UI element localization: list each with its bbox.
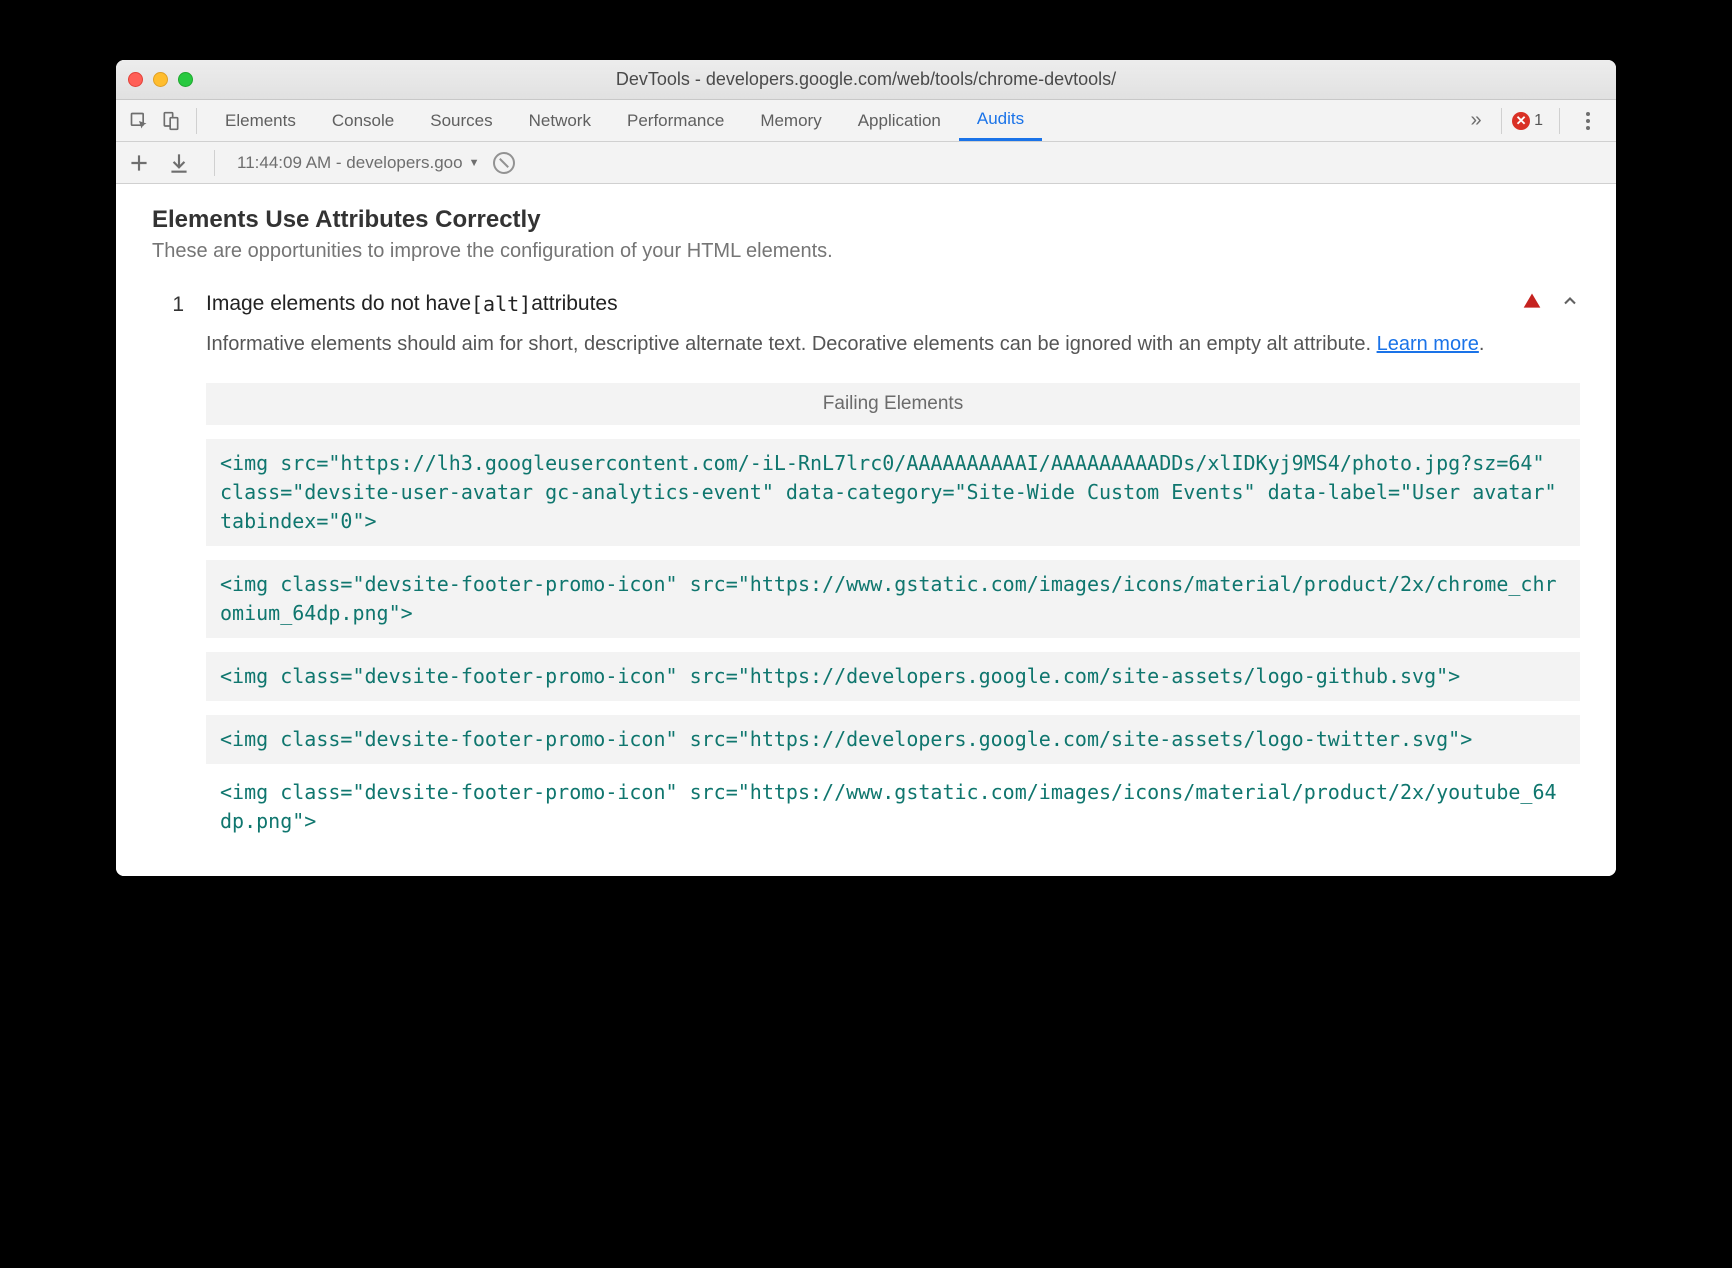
divider: [1501, 108, 1502, 134]
section-subtitle: These are opportunities to improve the c…: [152, 240, 1580, 263]
collapse-icon[interactable]: [1560, 291, 1580, 316]
audit-title-pre: Image elements do not have: [206, 292, 471, 316]
tab-audits[interactable]: Audits: [959, 100, 1042, 141]
divider: [214, 150, 215, 176]
tab-sources[interactable]: Sources: [412, 100, 510, 141]
audit-content: Elements Use Attributes Correctly These …: [116, 184, 1616, 876]
error-count-value: 1: [1534, 112, 1543, 130]
failing-elements-header: Failing Elements: [206, 383, 1580, 425]
audit-desc-post: .: [1479, 333, 1485, 355]
settings-menu-icon[interactable]: [1576, 112, 1600, 130]
warning-icon: [1522, 291, 1542, 316]
window-title: DevTools - developers.google.com/web/too…: [116, 69, 1616, 90]
audit-title-code: [alt]: [471, 292, 531, 316]
audit-title-post: attributes: [531, 292, 617, 316]
audit-item: 1 Image elements do not have [alt] attri…: [152, 291, 1580, 836]
audit-run-selector[interactable]: 11:44:09 AM - developers.goo ▼: [237, 153, 479, 173]
divider: [196, 108, 197, 134]
failing-element-code[interactable]: <img class="devsite-footer-promo-icon" s…: [206, 715, 1580, 764]
audit-count: 1: [152, 291, 184, 317]
zoom-window-button[interactable]: [178, 72, 193, 87]
section-title: Elements Use Attributes Correctly: [152, 206, 1580, 234]
audit-run-label: 11:44:09 AM - developers.goo: [237, 153, 463, 173]
devtools-window: DevTools - developers.google.com/web/too…: [116, 60, 1616, 876]
failing-element-code[interactable]: <img class="devsite-footer-promo-icon" s…: [206, 652, 1580, 701]
main-tabbar: ElementsConsoleSourcesNetworkPerformance…: [116, 100, 1616, 142]
device-toolbar-icon[interactable]: [156, 106, 186, 136]
clear-icon[interactable]: [493, 152, 515, 174]
divider: [1559, 108, 1560, 134]
audit-description: Informative elements should aim for shor…: [206, 330, 1580, 359]
audit-title: Image elements do not have [alt] attribu…: [206, 292, 618, 316]
titlebar: DevTools - developers.google.com/web/too…: [116, 60, 1616, 100]
dropdown-triangle-icon: ▼: [469, 157, 480, 169]
learn-more-link[interactable]: Learn more: [1377, 333, 1479, 355]
audits-toolbar: 11:44:09 AM - developers.goo ▼: [116, 142, 1616, 184]
new-audit-icon[interactable]: [126, 150, 152, 176]
minimize-window-button[interactable]: [153, 72, 168, 87]
close-window-button[interactable]: [128, 72, 143, 87]
tab-application[interactable]: Application: [840, 100, 959, 141]
traffic-lights: [128, 72, 193, 87]
download-report-icon[interactable]: [166, 150, 192, 176]
failing-element-code[interactable]: <img class="devsite-footer-promo-icon" s…: [206, 560, 1580, 638]
failing-element-code[interactable]: <img class="devsite-footer-promo-icon" s…: [206, 778, 1580, 836]
failing-element-code[interactable]: <img src="https://lh3.googleusercontent.…: [206, 439, 1580, 546]
more-tabs-icon[interactable]: »: [1461, 106, 1491, 136]
tab-performance[interactable]: Performance: [609, 100, 742, 141]
tab-console[interactable]: Console: [314, 100, 412, 141]
audit-desc-text: Informative elements should aim for shor…: [206, 333, 1377, 355]
error-icon: ✕: [1512, 112, 1530, 130]
tab-memory[interactable]: Memory: [742, 100, 839, 141]
tab-network[interactable]: Network: [511, 100, 609, 141]
error-count[interactable]: ✕ 1: [1512, 112, 1543, 130]
tab-elements[interactable]: Elements: [207, 100, 314, 141]
inspect-element-icon[interactable]: [124, 106, 154, 136]
